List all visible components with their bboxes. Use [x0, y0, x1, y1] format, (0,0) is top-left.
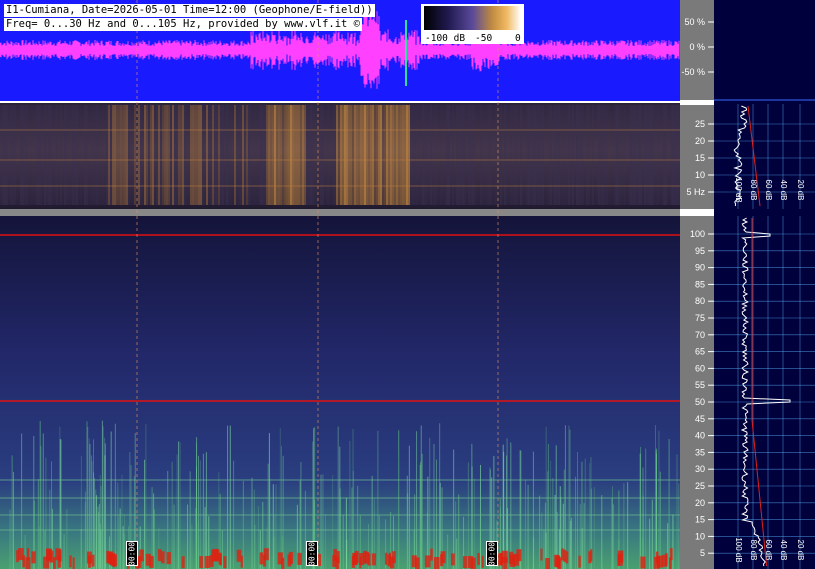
high-axis-tick-0: 100: [690, 229, 705, 239]
colorbar-gradient: [424, 6, 521, 30]
axis-divider: [680, 100, 714, 105]
panel-separator: [0, 209, 680, 216]
high-axis-tick-9: 55: [695, 380, 705, 390]
colorbar-label-min: -100 dB: [425, 33, 465, 44]
time-marker-3: 00:00: [486, 541, 498, 566]
time-marker-2: 00:00: [306, 541, 318, 566]
high-axis-tick-13: 35: [695, 447, 705, 457]
spec-upper-labels-label-1: 80 dB: [749, 180, 758, 201]
frequency-info: Freq= 0...30 Hz and 0...105 Hz, provided…: [4, 18, 363, 31]
spec-upper-labels-label-4: 20 dB: [796, 180, 805, 201]
high-axis-tick-8: 60: [695, 363, 705, 373]
high-axis-tick-17: 15: [695, 515, 705, 525]
high-axis-tick-4: 80: [695, 296, 705, 306]
high-axis-tick-16: 20: [695, 498, 705, 508]
low-axis-tick-4: 5 Hz: [686, 187, 705, 197]
station-title: I1-Cumiana, Date=2026-05-01 Time=12:00 (…: [4, 4, 375, 17]
high-axis-tick-1: 95: [695, 246, 705, 256]
amp-axis-tick-1: 0 %: [689, 42, 705, 52]
high-axis-tick-7: 65: [695, 347, 705, 357]
low-axis-tick-0: 25: [695, 119, 705, 129]
colorbar: -100 dB -50 0: [421, 4, 524, 44]
spec-upper-labels-label-3: 40 dB: [779, 180, 788, 201]
high-axis-tick-6: 70: [695, 330, 705, 340]
spec-lower-labels-label-4: 20 dB: [796, 540, 805, 561]
high-axis-tick-3: 85: [695, 279, 705, 289]
high-axis-tick-15: 25: [695, 481, 705, 491]
low-axis-tick-1: 20: [695, 136, 705, 146]
high-axis-tick-2: 90: [695, 263, 705, 273]
low-freq-streaks: [0, 105, 680, 205]
high-axis-tick-12: 40: [695, 431, 705, 441]
axis-divider-2: [680, 209, 714, 216]
spec-lower-labels-label-1: 80 dB: [749, 540, 758, 561]
vlf-monitor-display: 50 % 0 % -50 % 25 20 15 10 5 Hz 100 95 90 85 80 75 7…: [0, 0, 815, 569]
low-axis-tick-3: 10: [695, 170, 705, 180]
high-axis-tick-5: 75: [695, 313, 705, 323]
colorbar-label-max: 0: [515, 33, 521, 44]
high-axis-tick-19: 5: [700, 548, 705, 558]
spec-upper-labels-label-2: 60 dB: [764, 180, 773, 201]
spec-lower-labels-label-0: 100 dB: [734, 537, 743, 562]
amp-axis-tick-0: 50 %: [684, 17, 705, 27]
amp-axis-tick-2: -50 %: [681, 67, 705, 77]
high-axis-tick-10: 50: [695, 397, 705, 407]
high-axis-tick-11: 45: [695, 414, 705, 424]
high-axis-tick-14: 30: [695, 464, 705, 474]
high-axis-tick-18: 10: [695, 531, 705, 541]
time-marker-1: 00:00: [126, 541, 138, 566]
vlf-plot: 50 %0 %-50 % 252015105 Hz 10095908580757…: [0, 0, 815, 569]
spec-lower-labels-label-3: 40 dB: [779, 540, 788, 561]
colorbar-label-mid: -50: [475, 33, 492, 44]
low-axis-tick-2: 15: [695, 153, 705, 163]
